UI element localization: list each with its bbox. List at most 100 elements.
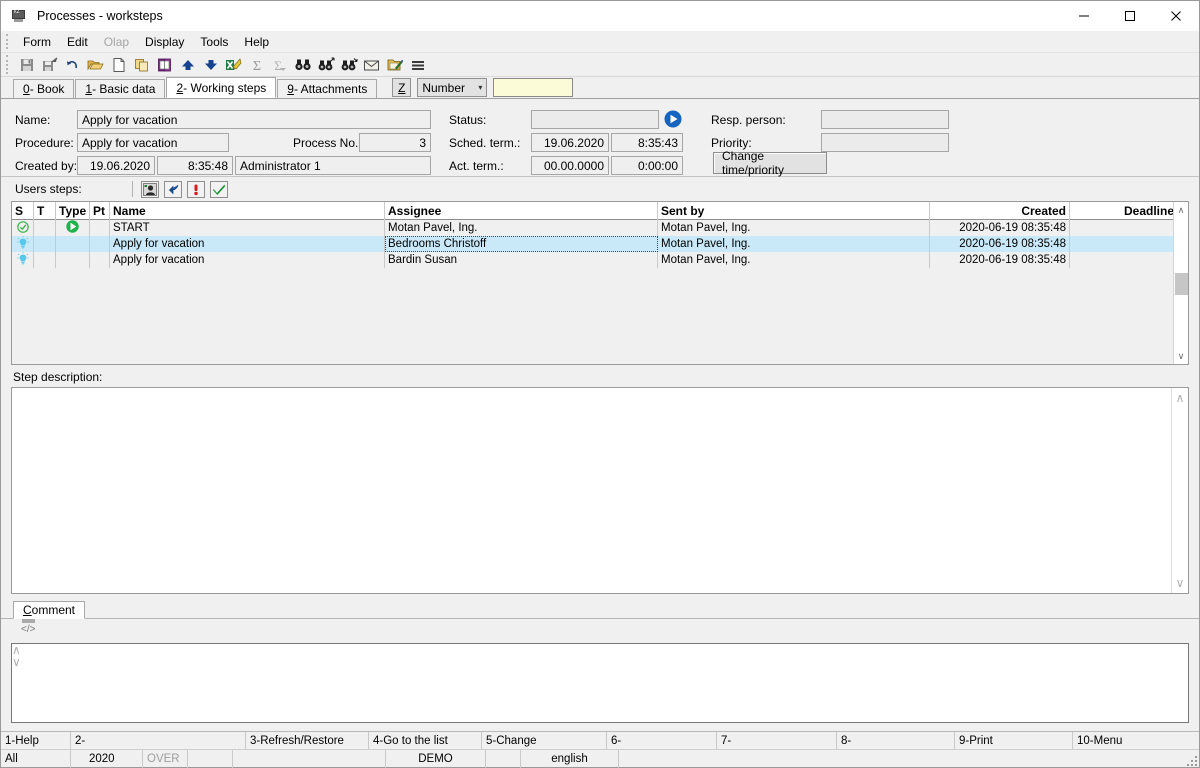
maximize-button[interactable] xyxy=(1107,1,1153,31)
close-button[interactable] xyxy=(1153,1,1199,31)
row-created-cell[interactable]: 2020-06-19 08:35:48 xyxy=(930,236,1070,252)
process-no-field[interactable]: 3 xyxy=(359,133,431,152)
comment-scrollbar[interactable]: ∧ ∨ xyxy=(12,644,1188,668)
move-down-icon[interactable] xyxy=(199,54,222,76)
act-time-field[interactable]: 0:00:00 xyxy=(611,156,683,175)
sort-icon[interactable]: Σ xyxy=(268,54,291,76)
resp-person-field[interactable] xyxy=(821,110,949,129)
sched-time-field[interactable]: 8:35:43 xyxy=(611,133,683,152)
fkey-9-print[interactable]: 9-Print xyxy=(955,732,1073,750)
book-icon[interactable] xyxy=(153,54,176,76)
grid-vertical-scrollbar[interactable]: ∧ ∨ xyxy=(1173,202,1188,364)
row-assignee-cell[interactable]: Bedrooms Christoff xyxy=(385,236,658,252)
alert-icon[interactable] xyxy=(186,180,205,198)
scrollbar-track[interactable] xyxy=(1174,218,1189,348)
find-icon[interactable] xyxy=(291,54,314,76)
change-time-priority-button[interactable]: Change time/priority xyxy=(713,149,827,177)
code-tag-icon[interactable]: </> xyxy=(21,618,36,635)
resize-grip-icon[interactable] xyxy=(1187,756,1197,766)
column-header-type[interactable]: Type xyxy=(56,202,90,220)
column-header-sent-by[interactable]: Sent by xyxy=(658,202,930,220)
procedure-field[interactable]: Apply for vacation xyxy=(77,133,229,152)
column-header-deadline[interactable]: Deadline xyxy=(1070,202,1177,220)
name-field[interactable]: Apply for vacation xyxy=(77,110,431,129)
fkey-1-help[interactable]: 1-Help xyxy=(1,732,71,750)
tab-comment[interactable]: Comment xyxy=(13,601,86,619)
menu-lines-icon[interactable] xyxy=(406,54,429,76)
new-document-icon[interactable] xyxy=(107,54,130,76)
scroll-up-icon[interactable]: ∧ xyxy=(1176,392,1185,404)
menu-help[interactable]: Help xyxy=(236,33,277,51)
fkey-8[interactable]: 8- xyxy=(837,732,955,750)
fkey-3-refresh-restore[interactable]: 3-Refresh/Restore xyxy=(246,732,369,750)
scroll-up-icon[interactable]: ∧ xyxy=(1174,202,1189,218)
menu-display[interactable]: Display xyxy=(137,33,192,51)
back-arrow-icon[interactable] xyxy=(163,180,182,198)
tab-basic-data[interactable]: 1 - Basic data xyxy=(75,79,166,98)
created-time-field[interactable]: 8:35:48 xyxy=(157,156,233,175)
open-folder-icon[interactable] xyxy=(84,54,107,76)
table-row[interactable]: Apply for vacation Bedrooms Christoff Mo… xyxy=(12,236,1188,252)
priority-field[interactable] xyxy=(821,133,949,152)
row-created-cell[interactable]: 2020-06-19 08:35:48 xyxy=(930,220,1070,236)
fkey-4-go-to-the-list[interactable]: 4-Go to the list xyxy=(369,732,482,750)
created-date-field[interactable]: 19.06.2020 xyxy=(77,156,155,175)
row-deadline-cell[interactable] xyxy=(1070,220,1177,236)
move-up-icon[interactable] xyxy=(176,54,199,76)
row-name-cell[interactable]: Apply for vacation xyxy=(110,236,385,252)
tab-attachments[interactable]: 9 - Attachments xyxy=(277,79,378,98)
table-row[interactable]: START Motan Pavel, Ing. Motan Pavel, Ing… xyxy=(12,220,1188,236)
row-sent-by-cell[interactable]: Motan Pavel, Ing. xyxy=(658,236,930,252)
tab-working-steps[interactable]: 2 - Working steps xyxy=(166,77,277,98)
scroll-down-icon[interactable]: ∨ xyxy=(1174,348,1189,364)
menu-tools[interactable]: Tools xyxy=(192,33,236,51)
scroll-down-icon[interactable]: ∨ xyxy=(1176,577,1185,589)
row-assignee-cell[interactable]: Bardin Susan xyxy=(385,252,658,268)
row-name-cell[interactable]: Apply for vacation xyxy=(110,252,385,268)
z-sort-button[interactable]: Z xyxy=(392,78,412,97)
row-created-cell[interactable]: 2020-06-19 08:35:48 xyxy=(930,252,1070,268)
sum-icon[interactable]: Σ xyxy=(245,54,268,76)
sched-date-field[interactable]: 19.06.2020 xyxy=(531,133,609,152)
menu-edit[interactable]: Edit xyxy=(59,33,96,51)
row-assignee-cell[interactable]: Motan Pavel, Ing. xyxy=(385,220,658,236)
fkey-5-change[interactable]: 5-Change xyxy=(482,732,607,750)
column-header-s[interactable]: S xyxy=(12,202,34,220)
row-sent-by-cell[interactable]: Motan Pavel, Ing. xyxy=(658,252,930,268)
row-deadline-cell[interactable] xyxy=(1070,252,1177,268)
menu-form[interactable]: Form xyxy=(15,33,59,51)
step-description-textarea[interactable]: ∧ ∨ xyxy=(11,387,1189,594)
row-name-cell[interactable]: START xyxy=(110,220,385,236)
find-next-icon[interactable] xyxy=(337,54,360,76)
save-icon[interactable] xyxy=(15,54,38,76)
row-deadline-cell[interactable] xyxy=(1070,236,1177,252)
find-previous-icon[interactable] xyxy=(314,54,337,76)
export-excel-icon[interactable] xyxy=(222,54,245,76)
minimize-button[interactable] xyxy=(1061,1,1107,31)
comment-textarea[interactable]: ∧ ∨ xyxy=(11,643,1189,723)
fkey-10-menu[interactable]: 10-Menu xyxy=(1073,732,1199,750)
column-header-pt[interactable]: Pt xyxy=(90,202,110,220)
quick-search-input[interactable] xyxy=(493,78,574,97)
scrollbar-thumb[interactable] xyxy=(1174,273,1188,295)
mail-icon[interactable] xyxy=(360,54,383,76)
fkey-6[interactable]: 6- xyxy=(607,732,717,750)
status-field[interactable] xyxy=(531,110,659,129)
fkey-2[interactable]: 2- xyxy=(71,732,246,750)
edit-note-icon[interactable] xyxy=(383,54,406,76)
copy-icon[interactable] xyxy=(130,54,153,76)
approve-check-icon[interactable] xyxy=(209,180,228,198)
column-header-assignee[interactable]: Assignee xyxy=(385,202,658,220)
scroll-down-icon[interactable]: ∨ xyxy=(12,656,1188,668)
scroll-up-icon[interactable]: ∧ xyxy=(12,644,1188,656)
user-detail-icon[interactable] xyxy=(140,180,159,198)
column-header-name[interactable]: Name xyxy=(110,202,385,220)
created-user-field[interactable]: Administrator 1 xyxy=(235,156,431,175)
column-header-created[interactable]: Created xyxy=(930,202,1070,220)
save-as-icon[interactable] xyxy=(38,54,61,76)
undo-icon[interactable] xyxy=(61,54,84,76)
act-date-field[interactable]: 00.00.0000 xyxy=(531,156,609,175)
column-select[interactable]: Number ▾ xyxy=(417,78,488,97)
tab-book[interactable]: 0 - Book xyxy=(13,79,75,98)
column-header-t[interactable]: T xyxy=(34,202,56,220)
